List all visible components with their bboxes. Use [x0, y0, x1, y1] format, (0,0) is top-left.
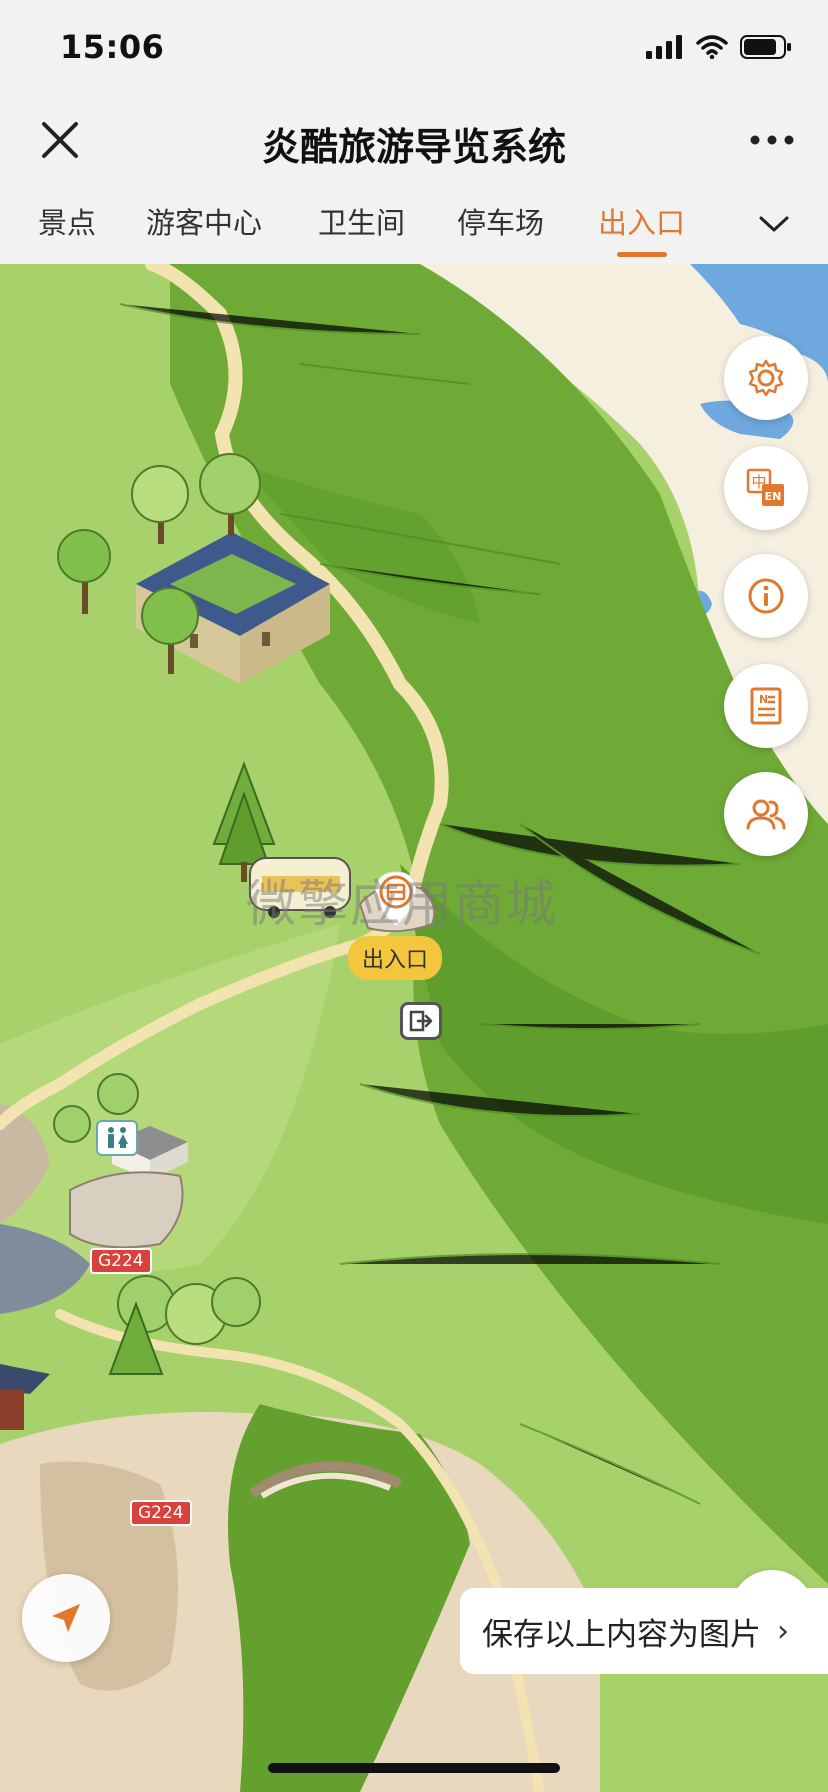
exit-door-icon [409, 1010, 433, 1032]
app-root: 15:06 炎酷旅游导览系统 景点 游客中心 卫生间 停车场 出入口 中 EN … [0, 0, 828, 1792]
restroom-icon [108, 1127, 128, 1148]
signal-icon [646, 35, 682, 59]
navigation-header: 炎酷旅游导览系统 [0, 100, 828, 182]
svg-text:EN: EN [765, 490, 782, 503]
users-icon [746, 799, 786, 830]
status-bar: 15:06 [0, 0, 828, 100]
tab-restroom[interactable]: 卫生间 [318, 200, 405, 242]
save-as-image-label: 保存以上内容为图片 [482, 1616, 761, 1653]
status-time: 15:06 [60, 28, 165, 66]
chevron-right-icon: › [777, 1613, 789, 1649]
more-dots-icon [750, 135, 794, 145]
home-indicator [268, 1763, 560, 1773]
users-button[interactable] [724, 772, 808, 856]
locate-me-button[interactable] [22, 1574, 110, 1662]
chevron-down-icon [759, 216, 789, 232]
settings-icon [748, 359, 784, 397]
language-zh-en-icon: 中 EN [746, 468, 784, 506]
tab-entrance-exit[interactable]: 出入口 [598, 200, 685, 242]
status-icons [646, 34, 792, 60]
scenic-map[interactable]: 中 EN N 出入口 G224 G224 微擎应用商城 保存以上内容为图片 › [0, 264, 828, 1792]
news-icon: N [750, 687, 782, 725]
info-button[interactable] [724, 554, 808, 638]
location-pin-icon [375, 871, 417, 927]
tab-visitor-center[interactable]: 游客中心 [146, 200, 262, 242]
svg-text:N: N [759, 693, 768, 706]
category-tabs: 景点 游客中心 卫生间 停车场 出入口 [0, 182, 828, 264]
navigation-arrow-icon [52, 1604, 80, 1632]
entrance-marker-pin[interactable] [372, 870, 420, 928]
wifi-icon [696, 35, 728, 59]
news-button[interactable]: N [724, 664, 808, 748]
more-button[interactable] [746, 120, 798, 160]
road-sign-g224: G224 [130, 1500, 192, 1526]
entrance-marker-label[interactable]: 出入口 [348, 936, 443, 980]
road-sign-g224: G224 [90, 1248, 152, 1274]
battery-icon [740, 35, 791, 59]
language-toggle-button[interactable]: 中 EN [724, 446, 808, 530]
tab-parking[interactable]: 停车场 [457, 200, 544, 242]
settings-button[interactable] [724, 336, 808, 420]
page-title: 炎酷旅游导览系统 [261, 125, 566, 169]
active-tab-indicator [617, 252, 667, 257]
tab-scenic-spots[interactable]: 景点 [38, 200, 96, 242]
info-icon [748, 578, 784, 614]
tabs-expand-button[interactable] [754, 204, 794, 244]
save-as-image-button[interactable]: 保存以上内容为图片 › [460, 1588, 828, 1674]
restroom-map-icon[interactable] [96, 1120, 138, 1156]
entrance-map-icon[interactable] [400, 1002, 442, 1040]
